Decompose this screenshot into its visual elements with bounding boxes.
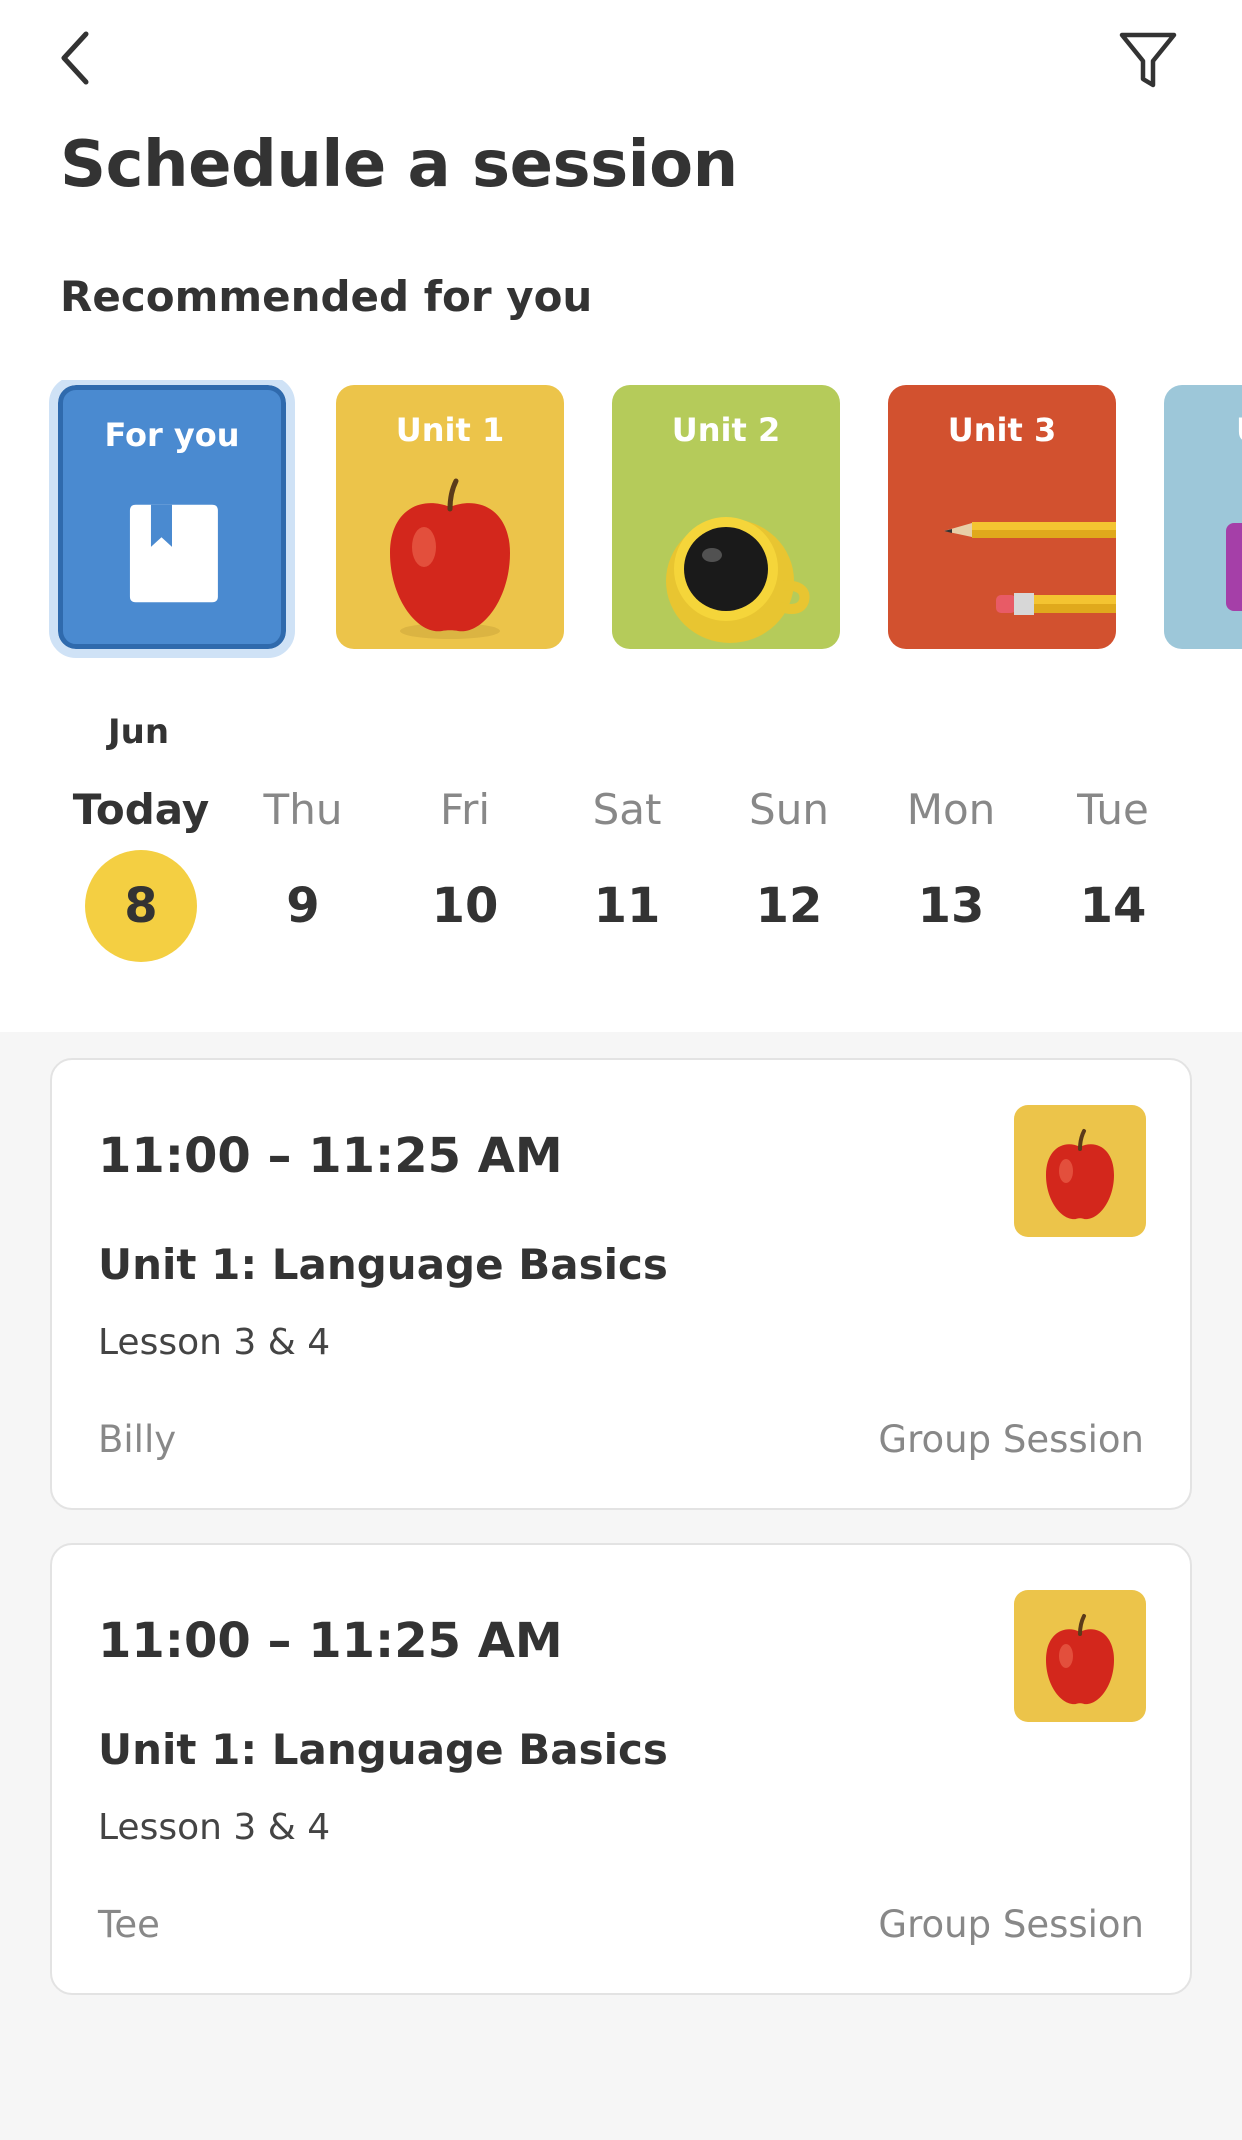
session-lesson: Lesson 3 & 4 <box>98 1322 331 1363</box>
session-teacher: Billy <box>98 1418 177 1461</box>
day-name: Fri <box>439 785 491 834</box>
day-name: Mon <box>906 785 996 834</box>
day-fri[interactable]: Fri 10 <box>390 780 540 962</box>
filter-funnel-icon <box>1119 32 1177 88</box>
day-name: Tue <box>1077 785 1149 834</box>
tile-label: For you <box>104 416 240 454</box>
day-thu[interactable]: Thu 9 <box>228 780 378 962</box>
session-time: 11:00 – 11:25 AM <box>98 1613 563 1669</box>
tile-label: Unit 3 <box>947 411 1057 449</box>
tile-for-you[interactable]: For you <box>49 380 295 658</box>
session-title: Unit 1: Language Basics <box>98 1240 668 1289</box>
coffee-cup-icon <box>666 517 810 643</box>
day-name: W <box>1200 780 1242 840</box>
session-type: Group Session <box>878 1418 1144 1461</box>
notebook-icon <box>1226 523 1242 611</box>
session-title: Unit 1: Language Basics <box>98 1725 668 1774</box>
day-mon[interactable]: Mon 13 <box>876 780 1026 962</box>
apple-icon <box>1046 1129 1114 1220</box>
recommended-tiles: For you Unit 1 Unit 2 Unit 3 <box>0 380 1242 660</box>
tile-label: Unit 2 <box>671 411 781 449</box>
session-time: 11:00 – 11:25 AM <box>98 1128 563 1184</box>
day-name: Sun <box>749 785 829 834</box>
tile-unit-2[interactable]: Unit 2 <box>612 385 840 649</box>
tile-unit-3[interactable]: Unit 3 <box>888 385 1116 649</box>
day-name: Sat <box>592 785 662 834</box>
date-strip: Today 8 Thu 9 Fri 10 Sat 11 Sun 12 Mon 1… <box>0 780 1242 980</box>
day-today[interactable]: Today 8 <box>66 780 216 962</box>
tile-label: Unit 1 <box>395 411 505 449</box>
session-lesson: Lesson 3 & 4 <box>98 1807 331 1848</box>
day-name: Thu <box>263 785 343 834</box>
apple-icon <box>390 478 510 639</box>
day-number: 12 <box>755 878 823 934</box>
filter-button[interactable] <box>1110 22 1186 98</box>
day-tue[interactable]: Tue 14 <box>1038 780 1188 962</box>
calendar-month: Jun <box>108 712 170 752</box>
tile-label: U <box>1236 411 1242 449</box>
recommended-heading: Recommended for you <box>60 272 593 321</box>
session-type: Group Session <box>878 1903 1144 1946</box>
day-number: 9 <box>286 878 320 934</box>
session-teacher: Tee <box>98 1903 160 1946</box>
back-button[interactable] <box>44 22 108 94</box>
session-thumbnail <box>1014 1105 1146 1237</box>
day-sun[interactable]: Sun 12 <box>714 780 864 962</box>
session-card[interactable]: 11:00 – 11:25 AM Unit 1: Language Basics… <box>50 1543 1192 1995</box>
pencils-icon <box>944 522 1116 615</box>
tile-unit-4[interactable]: U <box>1164 385 1242 649</box>
chevron-left-icon <box>61 31 89 85</box>
day-number: 11 <box>593 878 661 934</box>
page-title: Schedule a session <box>60 128 738 202</box>
tile-unit-1[interactable]: Unit 1 <box>336 385 564 649</box>
header-panel: Schedule a session Recommended for you F… <box>0 0 1242 1032</box>
day-number: 13 <box>917 878 985 934</box>
day-name: Today <box>72 785 210 834</box>
day-number-selected: 8 <box>85 850 197 962</box>
day-number: 10 <box>431 878 499 934</box>
bookmark-book-icon <box>129 504 218 603</box>
day-number: 14 <box>1079 878 1147 934</box>
day-wed[interactable]: W <box>1200 780 1242 962</box>
apple-icon <box>1046 1614 1114 1705</box>
session-thumbnail <box>1014 1590 1146 1722</box>
day-number <box>1219 850 1242 962</box>
session-card[interactable]: 11:00 – 11:25 AM Unit 1: Language Basics… <box>50 1058 1192 1510</box>
day-sat[interactable]: Sat 11 <box>552 780 702 962</box>
